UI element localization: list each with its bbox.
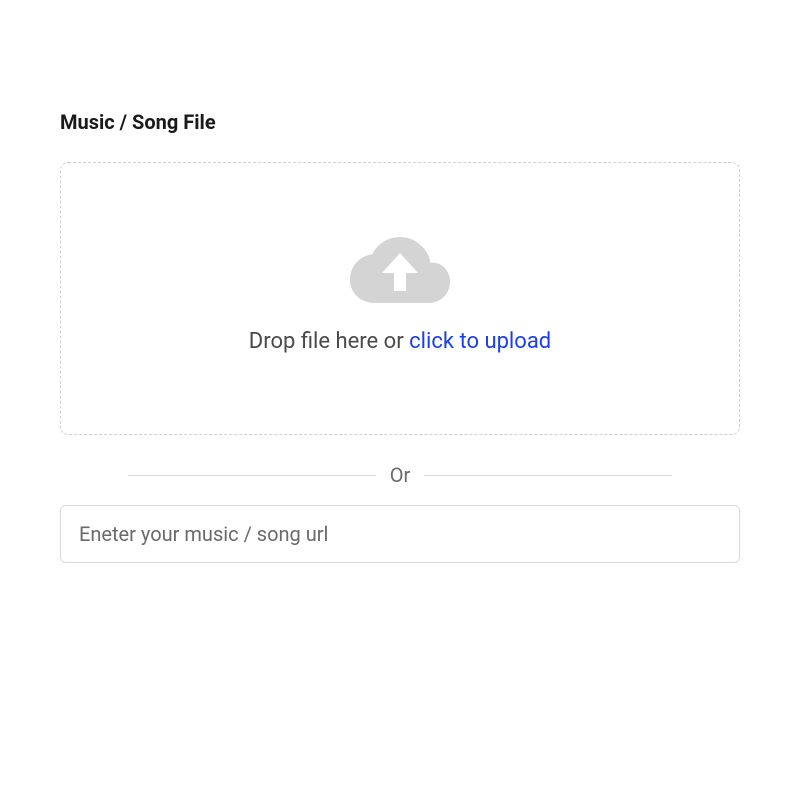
dropzone-text: Drop file here or click to upload [249, 329, 551, 354]
click-to-upload-link[interactable]: click to upload [409, 329, 551, 354]
file-dropzone[interactable]: Drop file here or click to upload [60, 162, 740, 435]
dropzone-prefix-text: Drop file here or [249, 329, 409, 354]
cloud-upload-icon [350, 233, 450, 303]
divider-line-right [424, 475, 672, 476]
divider: Or [128, 463, 672, 487]
music-url-input[interactable] [60, 505, 740, 563]
upload-section: Music / Song File Drop file here or clic… [0, 0, 800, 563]
section-title: Music / Song File [60, 110, 740, 134]
divider-line-left [128, 475, 376, 476]
divider-label: Or [376, 463, 425, 487]
